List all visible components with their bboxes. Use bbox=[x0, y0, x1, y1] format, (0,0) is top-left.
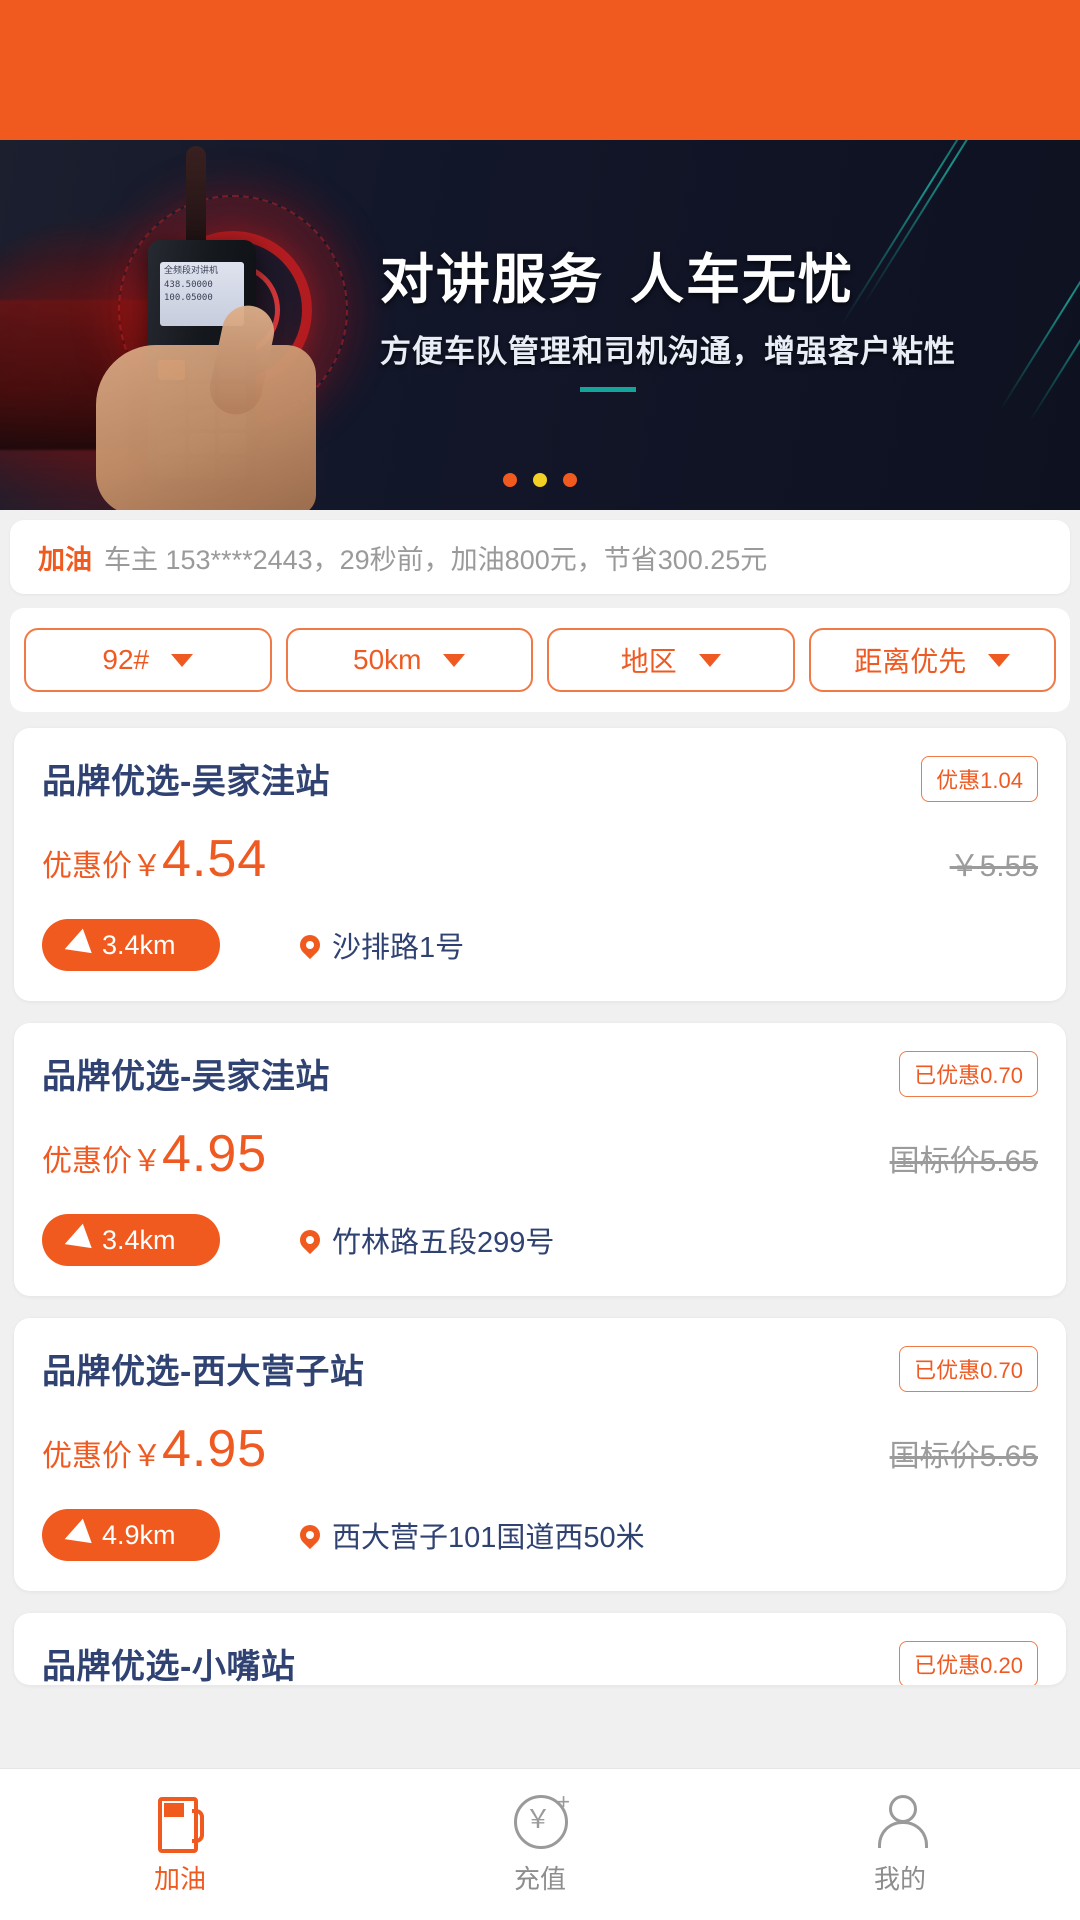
distance-value: 4.9km bbox=[102, 1519, 176, 1550]
tab-recharge[interactable]: ￥ + 充值 bbox=[360, 1769, 720, 1920]
bottom-tab-bar: 加油 ￥ + 充值 我的 bbox=[0, 1768, 1080, 1920]
filter-fuel-type[interactable]: 92# bbox=[24, 628, 272, 692]
currency-symbol: ￥ bbox=[132, 1440, 162, 1473]
station-card[interactable]: 品牌优选-吴家洼站 已优惠0.70 优惠价￥4.95 国标价5.65 3.4km… bbox=[14, 1023, 1066, 1296]
station-meta-row: 3.4km 沙排路1号 bbox=[42, 919, 1038, 971]
address-text: 竹林路五段299号 bbox=[332, 1227, 555, 1259]
tab-label: 加油 bbox=[153, 1864, 206, 1894]
discount-badge: 已优惠0.70 bbox=[899, 1345, 1038, 1392]
notice-text: 车主 153****2443，29秒前，加油800元，节省300.25元 bbox=[104, 544, 768, 575]
price-label: 优惠价 bbox=[42, 850, 132, 883]
currency-symbol: ￥ bbox=[132, 850, 162, 883]
original-price: ￥5.55 bbox=[949, 850, 1038, 883]
station-address: 西大营子101国道西50米 bbox=[295, 1514, 645, 1556]
tab-profile[interactable]: 我的 bbox=[720, 1769, 1080, 1920]
distance-pill[interactable]: 3.4km bbox=[42, 1214, 220, 1266]
station-name: 品牌优选-小嘴站 bbox=[42, 1648, 296, 1685]
discount-badge: 已优惠0.20 bbox=[899, 1640, 1038, 1685]
radio-screen-line2: 438.50000 bbox=[164, 279, 213, 290]
discount-price: 优惠价￥4.54 bbox=[42, 829, 267, 889]
carousel-dot-1[interactable] bbox=[502, 473, 517, 487]
carousel-dot-3[interactable] bbox=[563, 473, 578, 487]
price-label: 优惠价 bbox=[42, 1440, 132, 1473]
station-name: 品牌优选-西大营子站 bbox=[42, 1353, 365, 1391]
recent-activity-notice[interactable]: 加油 车主 153****2443，29秒前，加油800元，节省300.25元 bbox=[10, 520, 1070, 594]
price-value: 4.95 bbox=[162, 1420, 268, 1478]
station-list: 品牌优选-吴家洼站 优惠1.04 优惠价￥4.54 ￥5.55 3.4km 沙排… bbox=[0, 728, 1080, 1685]
promo-banner[interactable]: 全频段对讲机 438.50000 100.05000 对讲服务 人车无忧 方便车队… bbox=[0, 140, 1080, 510]
recharge-icon: ￥ + bbox=[512, 1791, 570, 1849]
tab-label: 充值 bbox=[513, 1864, 566, 1894]
carousel-dot-2[interactable] bbox=[533, 473, 547, 487]
address-text: 沙排路1号 bbox=[332, 932, 465, 964]
original-price: 国标价5.65 bbox=[889, 1440, 1038, 1473]
radio-screen-line1: 全频段对讲机 bbox=[164, 266, 219, 276]
notice-wrapper: 加油 车主 153****2443，29秒前，加油800元，节省300.25元 bbox=[0, 520, 1080, 594]
filter-label: 50km bbox=[353, 644, 422, 675]
tab-refuel[interactable]: 加油 bbox=[0, 1769, 360, 1920]
navigation-arrow-icon bbox=[60, 928, 92, 962]
chevron-down-icon bbox=[988, 653, 1011, 667]
price-label: 优惠价 bbox=[42, 1145, 132, 1178]
station-price-row: 优惠价￥4.54 ￥5.55 bbox=[42, 829, 1038, 889]
banner-divider-rule bbox=[580, 387, 636, 392]
filter-bar: 92# 50km 地区 距离优先 bbox=[10, 608, 1070, 712]
station-meta-row: 4.9km 西大营子101国道西50米 bbox=[42, 1509, 1038, 1561]
station-card[interactable]: 品牌优选-吴家洼站 优惠1.04 优惠价￥4.54 ￥5.55 3.4km 沙排… bbox=[14, 728, 1066, 1001]
distance-value: 3.4km bbox=[102, 1224, 176, 1255]
navigation-arrow-icon bbox=[60, 1223, 92, 1257]
carousel-dots[interactable] bbox=[0, 473, 1080, 492]
station-price-row: 优惠价￥4.95 国标价5.65 bbox=[42, 1419, 1038, 1479]
chevron-down-icon bbox=[698, 653, 721, 667]
navigation-arrow-icon bbox=[60, 1518, 92, 1552]
distance-pill[interactable]: 3.4km bbox=[42, 919, 220, 971]
status-bar bbox=[0, 0, 1080, 140]
station-address: 竹林路五段299号 bbox=[295, 1219, 555, 1261]
station-card[interactable]: 品牌优选-小嘴站 已优惠0.20 bbox=[14, 1613, 1066, 1685]
station-address: 沙排路1号 bbox=[295, 924, 465, 966]
price-value: 4.54 bbox=[162, 830, 268, 888]
station-card-header: 品牌优选-西大营子站 已优惠0.70 bbox=[42, 1344, 1038, 1393]
filter-radius[interactable]: 50km bbox=[285, 628, 533, 692]
station-name: 品牌优选-吴家洼站 bbox=[42, 763, 330, 801]
distance-pill[interactable]: 4.9km bbox=[42, 1509, 220, 1561]
filter-label: 距离优先 bbox=[854, 646, 967, 677]
station-card-header: 品牌优选-吴家洼站 优惠1.04 bbox=[42, 754, 1038, 803]
banner-title-left: 对讲服务 bbox=[380, 250, 604, 310]
station-card-header: 品牌优选-吴家洼站 已优惠0.70 bbox=[42, 1049, 1038, 1098]
radio-screen-line3: 100.05000 bbox=[164, 293, 213, 303]
filter-sort[interactable]: 距离优先 bbox=[808, 628, 1056, 692]
filter-label: 92# bbox=[102, 644, 150, 675]
discount-badge: 优惠1.04 bbox=[921, 755, 1038, 802]
location-pin-icon bbox=[295, 1225, 325, 1255]
price-value: 4.95 bbox=[162, 1125, 268, 1183]
filter-label: 地区 bbox=[620, 646, 677, 677]
station-card-header: 品牌优选-小嘴站 已优惠0.20 bbox=[42, 1639, 1038, 1685]
banner-title: 对讲服务 人车无忧 bbox=[380, 235, 1040, 314]
discount-price: 优惠价￥4.95 bbox=[42, 1419, 267, 1479]
banner-title-right: 人车无忧 bbox=[630, 250, 854, 310]
currency-symbol: ￥ bbox=[132, 1145, 162, 1178]
original-price: 国标价5.65 bbox=[889, 1145, 1038, 1178]
banner-subtitle: 方便车队管理和司机沟通，增强客户粘性 bbox=[380, 334, 956, 369]
location-pin-icon bbox=[295, 930, 325, 960]
station-card[interactable]: 品牌优选-西大营子站 已优惠0.70 优惠价￥4.95 国标价5.65 4.9k… bbox=[14, 1318, 1066, 1591]
discount-badge: 已优惠0.70 bbox=[899, 1050, 1038, 1097]
notice-tag: 加油 bbox=[38, 544, 92, 575]
station-price-row: 优惠价￥4.95 国标价5.65 bbox=[42, 1124, 1038, 1184]
station-meta-row: 3.4km 竹林路五段299号 bbox=[42, 1214, 1038, 1266]
chevron-down-icon bbox=[443, 653, 466, 667]
station-name: 品牌优选-吴家洼站 bbox=[42, 1058, 330, 1096]
discount-price: 优惠价￥4.95 bbox=[42, 1124, 267, 1184]
fuel-pump-icon bbox=[152, 1793, 208, 1853]
filter-region[interactable]: 地区 bbox=[547, 628, 795, 692]
location-pin-icon bbox=[295, 1520, 325, 1550]
person-icon bbox=[872, 1793, 928, 1849]
tab-label: 我的 bbox=[873, 1864, 926, 1894]
chevron-down-icon bbox=[171, 653, 194, 667]
banner-text-block: 对讲服务 人车无忧 方便车队管理和司机沟通，增强客户粘性 bbox=[380, 235, 1040, 392]
address-text: 西大营子101国道西50米 bbox=[332, 1522, 645, 1554]
distance-value: 3.4km bbox=[102, 929, 176, 960]
